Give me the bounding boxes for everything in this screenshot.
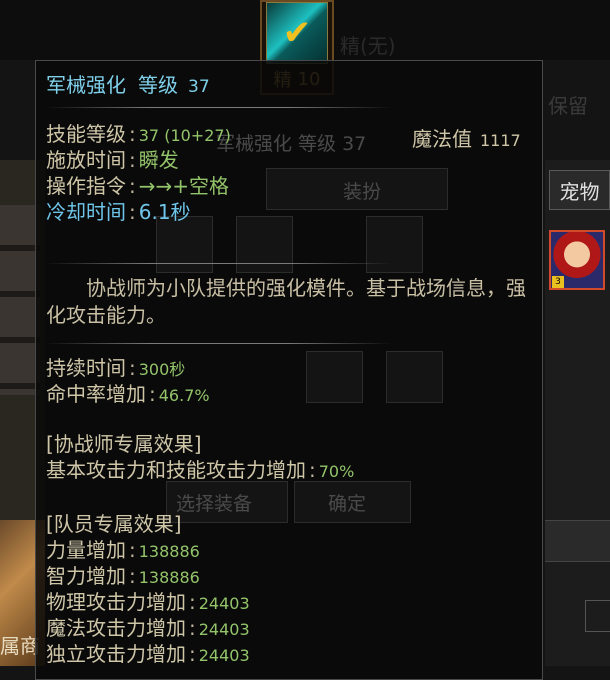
ghost-select-button: 选择装备 (176, 493, 253, 515)
right-box[interactable] (585, 600, 610, 632)
ghost-equip-button: 装扮 (343, 181, 382, 203)
mana-cost: 魔法值 1117 (412, 127, 521, 151)
left-equipment-slots[interactable] (0, 205, 40, 395)
skill-description: 协战师为小队提供的强化模件。基于战场信息，强化攻击能力。 (46, 276, 526, 327)
tooltip-title: 军械强化 等级 37 (46, 69, 210, 98)
party-effect-header: [队员专属效果] (46, 512, 182, 536)
stat-skill-level: 技能等级:37 (10+27) (46, 122, 231, 146)
divider (46, 263, 392, 264)
stat-cooldown: 冷却时间:6.1秒 (46, 200, 191, 224)
stat-command: 操作指令: →→+空格 (46, 174, 230, 198)
left-shop-label[interactable]: 属商 (0, 630, 40, 659)
check-icon: ✔ (282, 13, 312, 53)
stat-cast-time: 施放时间: 瞬发 (46, 148, 179, 172)
ghost-slot (306, 351, 363, 403)
top-faded-text: 精(无) (340, 34, 396, 58)
party-effect-strength: 力量增加:138886 (46, 538, 200, 562)
avatar-badge: 3 (552, 276, 564, 288)
ghost-confirm-button: 确定 (328, 493, 367, 515)
effect-duration: 持续时间:300秒 (46, 356, 186, 380)
exclusive-effect-attack: 基本攻击力和技能攻击力增加:70% (46, 458, 355, 482)
divider (46, 343, 392, 344)
tab-pet[interactable]: 宠物 (549, 170, 610, 210)
effect-hit-rate: 命中率增加:46.7% (46, 382, 210, 406)
ghost-slot (366, 216, 423, 273)
exclusive-effect-header: [协战师专属效果] (46, 432, 202, 456)
ghost-slot (236, 216, 293, 273)
skill-tooltip: 军械强化 等级 37 装扮 选择装备 确定 军械强化 等级 37 技能等级:37 (… (35, 60, 543, 680)
level-label: 等级 (138, 73, 178, 97)
level-value: 37 (188, 77, 210, 97)
party-effect-intelligence: 智力增加:138886 (46, 564, 200, 588)
party-effect-magic-attack: 魔法攻击力增加:24403 (46, 616, 250, 640)
right-bar (545, 520, 610, 562)
right-top-faded-text: 保留 (548, 94, 588, 118)
ghost-skill-title: 军械强化 等级 37 (216, 133, 367, 155)
divider (46, 107, 392, 108)
skill-icon[interactable]: ✔ (266, 2, 328, 64)
party-effect-physical-attack: 物理攻击力增加:24403 (46, 590, 250, 614)
party-effect-independent-attack: 独立攻击力增加:24403 (46, 642, 250, 666)
skill-name: 军械强化 (46, 73, 126, 97)
ghost-slot (386, 351, 443, 403)
